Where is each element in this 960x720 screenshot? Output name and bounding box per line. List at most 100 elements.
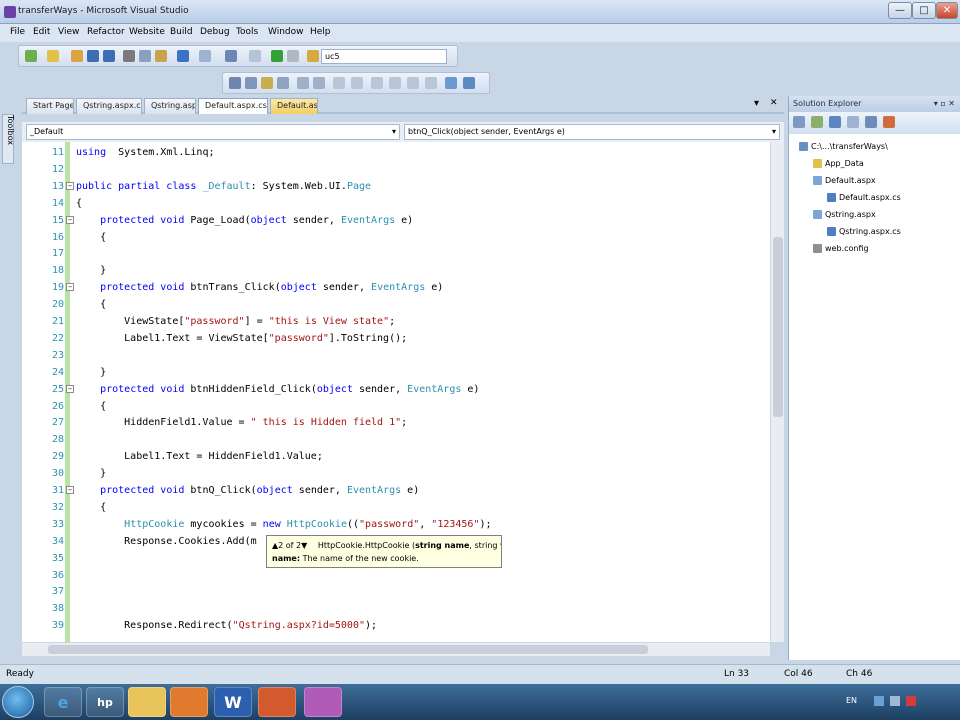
code-line[interactable]: 13− public partial class _Default: System… [22,178,770,195]
menu-website[interactable]: Website [129,27,165,37]
menu-edit[interactable]: Edit [33,27,50,37]
bookmark-toggle-icon[interactable] [371,77,383,89]
bookmark-clear-icon[interactable] [425,77,437,89]
solution-tree-item[interactable]: Default.aspx [813,176,876,185]
code-line[interactable]: 19− protected void btnTrans_Click(object… [22,279,770,296]
overload-counter[interactable]: ▲2 of 2▼ [272,541,307,550]
code-line[interactable]: 39 Response.Redirect("Qstring.aspx?id=50… [22,617,770,634]
add-item-icon[interactable] [47,50,59,62]
class-dropdown[interactable]: _Default ▾ [26,124,400,140]
vertical-scroll-thumb[interactable] [773,237,783,417]
start-button[interactable] [2,686,34,718]
toolbox-tab[interactable]: Toolbox [2,114,15,164]
powerpoint-icon[interactable] [258,687,296,717]
firefox-icon[interactable] [170,687,208,717]
open-file-icon[interactable] [71,50,83,62]
redo-icon[interactable] [199,50,211,62]
code-line[interactable]: 18 } [22,262,770,279]
code-line[interactable]: 26 { [22,398,770,415]
minimize-button[interactable]: — [888,2,912,19]
show-all-files-icon[interactable] [829,116,841,128]
navigate-back-icon[interactable] [225,50,237,62]
code-line[interactable]: 21 ViewState["password"] = "this is View… [22,313,770,330]
paste-icon[interactable] [155,50,167,62]
code-line[interactable]: 37 [22,583,770,600]
save-icon[interactable] [87,50,99,62]
tab-start-page[interactable]: Start Page [26,98,74,114]
refresh-icon[interactable] [811,116,823,128]
parameter-info-icon[interactable] [245,77,257,89]
tab-close-icon[interactable]: ✕ [770,98,778,108]
cut-icon[interactable] [123,50,135,62]
visual-studio-taskbar-icon[interactable] [304,687,342,717]
tab-dropdown-icon[interactable]: ▾ [754,98,759,109]
tab-default-aspx[interactable]: Default.aspx [270,98,318,114]
code-line[interactable]: 16 { [22,229,770,246]
tab-default-aspx-cs[interactable]: Default.aspx.cs* [198,98,268,114]
pane-controls[interactable]: ▾ ▫ ✕ [934,96,955,112]
bookmark-prev-icon[interactable] [389,77,401,89]
collapse-toggle-icon[interactable]: − [66,181,74,190]
list-members-icon[interactable] [229,77,241,89]
vertical-scrollbar[interactable] [770,142,784,642]
solution-tree-item[interactable]: Qstring.aspx [813,210,876,219]
solution-tree-item[interactable]: Qstring.aspx.cs [827,227,901,236]
menu-debug[interactable]: Debug [200,27,230,37]
code-line[interactable]: 33 HttpCookie mycookies = new HttpCookie… [22,516,770,533]
menu-build[interactable]: Build [170,27,193,37]
code-line[interactable]: 28 [22,431,770,448]
menu-window[interactable]: Window [268,27,304,37]
solution-tree-item[interactable]: Default.aspx.cs [827,193,901,202]
find-combo[interactable]: uc5 [321,49,447,64]
maximize-button[interactable]: □ [912,2,936,19]
internet-explorer-icon[interactable]: e [44,687,82,717]
tray-alert-icon[interactable] [906,696,916,706]
view-designer-icon[interactable] [445,77,457,89]
code-line[interactable]: 20 { [22,296,770,313]
increase-indent-icon[interactable] [313,77,325,89]
view-code-icon[interactable] [463,77,475,89]
word-icon[interactable]: W [214,687,252,717]
horizontal-scroll-thumb[interactable] [48,645,648,654]
code-line[interactable]: 32 { [22,499,770,516]
menu-refactor[interactable]: Refactor [87,27,125,37]
code-line[interactable]: 31− protected void btnQ_Click(object sen… [22,482,770,499]
view-code-icon[interactable] [865,116,877,128]
solution-tree-item[interactable]: App_Data [813,159,864,168]
member-dropdown[interactable]: btnQ_Click(object sender, EventArgs e) ▾ [404,124,780,140]
tab-qstring-aspx-cs[interactable]: Qstring.aspx.cs* [76,98,142,114]
code-line[interactable]: 27 HiddenField1.Value = " this is Hidden… [22,414,770,431]
tray-volume-icon[interactable] [890,696,900,706]
code-line[interactable]: 12 [22,161,770,178]
word-completion-icon[interactable] [277,77,289,89]
code-line[interactable]: 38 [22,600,770,617]
solution-config-icon[interactable] [287,50,299,62]
code-line[interactable]: 14 { [22,195,770,212]
language-indicator[interactable]: EN [846,696,857,705]
start-debugging-icon[interactable] [271,50,283,62]
solution-tree-item[interactable]: web.config [813,244,869,253]
properties-icon[interactable] [793,116,805,128]
copy-icon[interactable] [139,50,151,62]
find-icon[interactable] [307,50,319,62]
code-line[interactable]: 24 } [22,364,770,381]
collapse-toggle-icon[interactable]: − [66,486,74,494]
quick-info-icon[interactable] [261,77,273,89]
code-line[interactable]: 11 using System.Xml.Linq; [22,144,770,161]
bookmark-next-icon[interactable] [407,77,419,89]
collapse-toggle-icon[interactable]: − [66,283,74,292]
horizontal-scrollbar[interactable] [22,642,770,656]
tray-network-icon[interactable] [874,696,884,706]
code-line[interactable]: 30 } [22,465,770,482]
comment-out-icon[interactable] [333,77,345,89]
code-line[interactable]: 23 [22,347,770,364]
menu-tools[interactable]: Tools [236,27,258,37]
collapse-toggle-icon[interactable]: − [66,384,74,393]
hp-icon[interactable]: hp [86,687,124,717]
new-project-icon[interactable] [25,50,37,62]
code-line[interactable]: 17 [22,245,770,262]
collapse-toggle-icon[interactable]: − [66,215,74,224]
menu-help[interactable]: Help [310,27,331,37]
code-line[interactable]: 25− protected void btnHiddenField_Click(… [22,381,770,398]
menu-file[interactable]: File [10,27,25,37]
